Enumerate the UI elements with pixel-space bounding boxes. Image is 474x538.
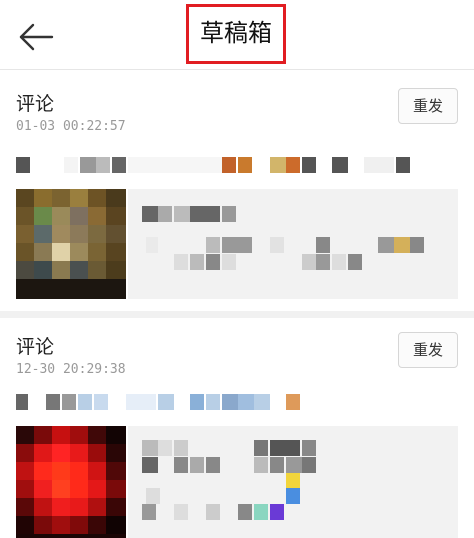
draft-type-label: 评论 bbox=[16, 93, 55, 115]
section-separator bbox=[0, 311, 474, 318]
back-arrow-icon[interactable] bbox=[18, 22, 54, 52]
draft-item: 评论 01-03 00:22:57 重发 bbox=[0, 71, 474, 311]
draft-type-label: 评论 bbox=[16, 336, 55, 358]
post-thumbnail[interactable] bbox=[16, 189, 126, 299]
resend-button[interactable]: 重发 bbox=[398, 88, 458, 124]
draft-timestamp: 12-30 20:29:38 bbox=[16, 362, 126, 377]
title-highlight-box bbox=[186, 4, 286, 64]
original-post-preview[interactable] bbox=[128, 426, 458, 538]
back-arrow-svg bbox=[19, 23, 54, 51]
top-navigation-bar: 草稿箱 bbox=[0, 0, 474, 70]
original-post-preview[interactable] bbox=[128, 189, 458, 299]
resend-button[interactable]: 重发 bbox=[398, 332, 458, 368]
draft-timestamp: 01-03 00:22:57 bbox=[16, 119, 126, 134]
draft-item: 评论 12-30 20:29:38 重发 bbox=[0, 318, 474, 538]
post-thumbnail[interactable] bbox=[16, 426, 126, 538]
